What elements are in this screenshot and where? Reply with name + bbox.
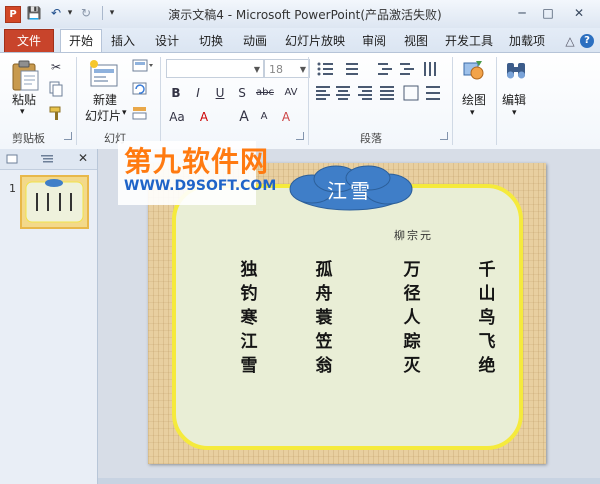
slides-tab-icon[interactable] — [6, 153, 18, 165]
clipboard-group-label: 剪贴板 — [12, 132, 45, 145]
editing-button-label[interactable]: 编辑 — [502, 91, 526, 108]
poem-author: 柳宗元 — [394, 229, 433, 242]
paragraph-tools-icon[interactable] — [316, 61, 456, 127]
title-bar: P 💾 ↶ ▾ ↻ ▾ 演示文稿4 - Microsoft PowerPoint… — [0, 0, 600, 28]
group-separator — [76, 57, 77, 145]
clipboard-launcher-icon[interactable] — [64, 132, 72, 140]
grow-font-icon[interactable]: A — [236, 109, 252, 125]
powerpoint-app-icon[interactable]: P — [5, 6, 21, 23]
undo-dropdown-icon[interactable]: ▾ — [62, 5, 78, 21]
slides-pane: ✕ 1 — [0, 149, 98, 484]
poem-line-1: 独钓寒江雪 — [240, 260, 258, 376]
new-slide-icon[interactable] — [88, 59, 120, 89]
tab-insert[interactable]: 插入 — [104, 32, 142, 52]
drawing-dropdown-icon[interactable]: ▾ — [470, 108, 475, 118]
new-slide-dropdown-icon[interactable]: ▾ — [122, 108, 127, 118]
character-spacing-icon[interactable]: AV — [280, 85, 302, 101]
tab-review[interactable]: 审阅 — [357, 32, 391, 52]
ribbon-home: 粘贴 ▾ ✂ 剪贴板 新建 幻灯片 ▾ 幻灯 ▼ 18 ▼ B I U S abc… — [0, 52, 600, 150]
ribbon-tab-bar: 文件 开始 插入 设计 切换 动画 幻灯片放映 审阅 视图 开发工具 加载项 △… — [0, 28, 600, 53]
paragraph-launcher-icon[interactable] — [440, 132, 448, 140]
tab-home[interactable]: 开始 — [60, 29, 102, 53]
change-case-icon[interactable]: Aa — [166, 109, 188, 125]
text-shadow-icon[interactable]: S — [234, 85, 250, 101]
font-launcher-icon[interactable] — [296, 132, 304, 140]
italic-icon[interactable]: I — [190, 85, 206, 101]
drawing-button-label[interactable]: 绘图 — [462, 91, 486, 108]
save-icon[interactable]: 💾 — [26, 5, 42, 21]
tab-slideshow[interactable]: 幻灯片放映 — [281, 32, 349, 52]
watermark-logo: 第九软件网 — [124, 145, 270, 178]
minimize-button[interactable]: ─ — [510, 4, 534, 22]
slide-thumbnail[interactable] — [20, 175, 89, 229]
minimize-ribbon-icon[interactable]: △ — [563, 32, 577, 52]
outline-tab-icon[interactable] — [40, 153, 54, 165]
shrink-font-icon[interactable]: A — [256, 109, 272, 125]
pane-tabs: ✕ — [0, 149, 97, 170]
poem-line-2: 孤舟蓑笠翁 — [315, 260, 333, 376]
tab-transitions[interactable]: 切换 — [192, 32, 230, 52]
group-separator — [160, 57, 161, 145]
clear-formatting-icon[interactable]: A — [278, 109, 294, 125]
font-size-combo[interactable]: 18 ▼ — [264, 59, 310, 78]
drawing-shapes-icon[interactable] — [462, 59, 486, 83]
paste-button-label[interactable]: 粘贴 — [12, 91, 36, 108]
watermark-url: WWW.D9SOFT.COM — [124, 178, 277, 194]
poem-line-4: 千山鸟飞绝 — [478, 260, 496, 376]
strikethrough-icon[interactable]: abc — [254, 85, 276, 101]
maximize-button[interactable]: □ — [536, 4, 560, 22]
tab-view[interactable]: 视图 — [399, 32, 433, 52]
group-separator — [452, 57, 453, 145]
slide-number: 1 — [9, 182, 16, 195]
tab-file[interactable]: 文件 — [4, 29, 54, 52]
poem-line-3: 万径人踪灭 — [403, 260, 421, 376]
reset-slide-icon[interactable] — [132, 81, 148, 97]
quick-access-separator — [102, 6, 103, 20]
close-window-button[interactable]: ✕ — [564, 4, 594, 22]
font-name-combo[interactable]: ▼ — [166, 59, 264, 78]
binoculars-icon[interactable] — [504, 59, 528, 83]
font-color-icon[interactable]: A — [196, 109, 212, 125]
group-separator — [496, 57, 497, 145]
editing-dropdown-icon[interactable]: ▾ — [512, 108, 517, 118]
help-icon[interactable]: ? — [580, 34, 594, 48]
close-pane-icon[interactable]: ✕ — [78, 151, 88, 165]
group-separator — [308, 57, 309, 145]
tab-developer[interactable]: 开发工具 — [441, 32, 497, 52]
horizontal-scrollbar[interactable] — [98, 478, 600, 484]
poem-panel[interactable] — [172, 184, 523, 450]
tab-animations[interactable]: 动画 — [236, 32, 274, 52]
paste-dropdown-icon[interactable]: ▾ — [20, 107, 25, 117]
paragraph-group-label: 段落 — [360, 132, 382, 145]
paste-icon[interactable] — [10, 59, 40, 91]
redo-icon[interactable]: ↻ — [78, 5, 94, 21]
slide-title: 江雪 — [327, 179, 373, 203]
section-icon[interactable] — [132, 105, 148, 121]
window-title: 演示文稿4 - Microsoft PowerPoint(产品激活失败) — [168, 8, 442, 22]
tab-addins[interactable]: 加载项 — [505, 32, 549, 52]
slide-thumbnail-preview — [25, 179, 84, 223]
layout-icon[interactable] — [132, 59, 154, 73]
customize-quick-access-icon[interactable]: ▾ — [104, 5, 120, 21]
new-slide-label-2[interactable]: 幻灯片 — [85, 107, 121, 124]
new-slide-label[interactable]: 新建 — [93, 91, 117, 108]
copy-icon[interactable] — [48, 81, 64, 97]
tab-design[interactable]: 设计 — [148, 32, 186, 52]
bold-icon[interactable]: B — [168, 85, 184, 101]
format-painter-icon[interactable] — [48, 105, 64, 121]
cut-icon[interactable]: ✂ — [48, 59, 64, 75]
underline-icon[interactable]: U — [212, 85, 228, 101]
